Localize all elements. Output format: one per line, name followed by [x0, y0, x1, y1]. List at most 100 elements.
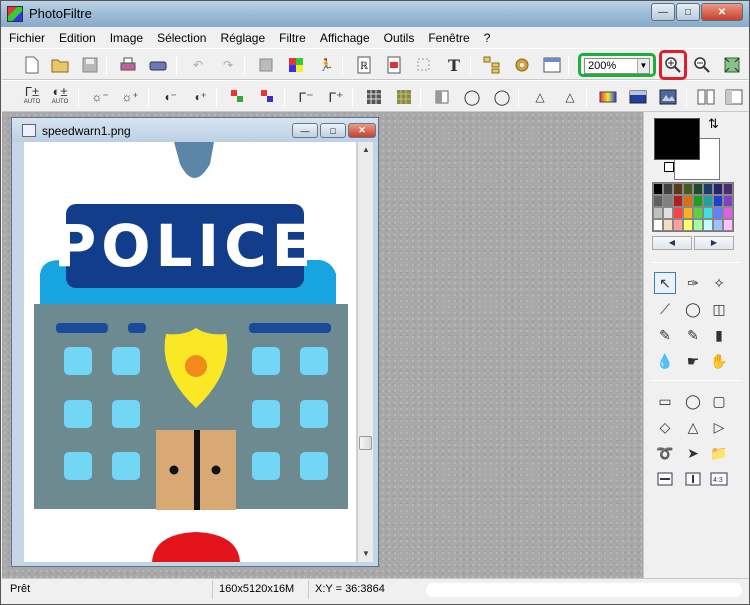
minimize-button[interactable]: —	[651, 3, 675, 21]
texture-map-icon[interactable]	[658, 87, 678, 107]
redo-icon[interactable]: ↷	[218, 55, 238, 75]
aspect-ratio-icon[interactable]: 4:3	[708, 468, 730, 490]
reset-colors-icon[interactable]	[664, 162, 674, 172]
palette-swatch[interactable]	[703, 219, 713, 231]
open-folder-icon[interactable]	[50, 55, 70, 75]
title-bar[interactable]: PhotoFiltre — □ ✕	[1, 1, 749, 27]
smudge-finger-icon[interactable]: ☛	[682, 350, 704, 372]
gamma-minus-icon[interactable]: Γ⁻	[296, 87, 316, 107]
lasso-icon[interactable]: ➰	[654, 442, 676, 464]
image-canvas[interactable]: POLICE	[24, 142, 356, 562]
palette-swatch[interactable]	[703, 195, 713, 207]
script-icon[interactable]: ℝ	[354, 55, 374, 75]
menu-reglage[interactable]: Réglage	[213, 28, 272, 48]
panel-icon[interactable]	[724, 87, 744, 107]
window-layout-icon[interactable]	[542, 55, 562, 75]
gamma-plus-icon[interactable]: Γ⁺	[326, 87, 346, 107]
palette-swatch[interactable]	[703, 183, 713, 195]
text-tool-icon[interactable]: T	[444, 55, 464, 75]
open-selection-folder-icon[interactable]: 📁	[708, 442, 730, 464]
scan-icon[interactable]	[148, 55, 168, 75]
explorer-tree-icon[interactable]	[482, 55, 502, 75]
zoom-out-icon[interactable]	[692, 55, 712, 75]
triangle-filter-icon[interactable]: △	[530, 87, 550, 107]
palette-swatch[interactable]	[713, 195, 723, 207]
palette-swatch[interactable]	[713, 219, 723, 231]
gradient-icon[interactable]	[598, 87, 618, 107]
palette-swatch[interactable]	[693, 183, 703, 195]
rectangle-shape-icon[interactable]: ▭	[654, 390, 676, 412]
contrast-plus-icon[interactable]: ◖⁺	[190, 87, 210, 107]
fit-image-icon[interactable]	[722, 55, 742, 75]
menu-image[interactable]: Image	[103, 28, 150, 48]
right-triangle-shape-icon[interactable]: ▷	[708, 416, 730, 438]
palette-swatch[interactable]	[663, 207, 673, 219]
palette-swatch[interactable]	[713, 183, 723, 195]
palette-swatch[interactable]	[683, 183, 693, 195]
scroll-thumb[interactable]	[359, 436, 372, 450]
palette-swatch[interactable]	[653, 183, 663, 195]
horizontal-align-icon[interactable]	[654, 468, 676, 490]
auto-contrast-icon[interactable]: ◐± AUTO	[50, 85, 70, 107]
sharpen-drop-icon[interactable]: ◯	[492, 87, 512, 107]
palette-prev-button[interactable]: ◀	[652, 236, 692, 250]
blur-drop-icon[interactable]: ◯	[462, 87, 482, 107]
palette-swatch[interactable]	[653, 195, 663, 207]
palette-swatch[interactable]	[723, 195, 733, 207]
palette-swatch[interactable]	[663, 183, 673, 195]
undo-icon[interactable]: ↶	[188, 55, 208, 75]
palette-swatch[interactable]	[683, 207, 693, 219]
close-button[interactable]: ✕	[701, 3, 743, 21]
print-icon[interactable]	[118, 55, 138, 75]
menu-fichier[interactable]: Fichier	[2, 28, 52, 48]
polygon-lasso-icon[interactable]: ➤	[682, 442, 704, 464]
brush-icon[interactable]: ✎	[654, 324, 676, 346]
document-title-bar[interactable]: speedwarn1.png — □ ✕	[12, 118, 378, 142]
menu-affichage[interactable]: Affichage	[313, 28, 377, 48]
palette-swatch[interactable]	[653, 207, 663, 219]
color-grid-icon[interactable]	[286, 55, 306, 75]
gradient-window-icon[interactable]	[628, 87, 648, 107]
blur-drop-tool-icon[interactable]: 💧	[654, 350, 676, 372]
swap-colors-icon[interactable]: ⇅	[708, 116, 719, 132]
triangle-shape-icon[interactable]: △	[682, 416, 704, 438]
palette-swatch[interactable]	[723, 207, 733, 219]
texture-filter-icon[interactable]	[394, 87, 414, 107]
palette-swatch[interactable]	[653, 219, 663, 231]
palette-swatch[interactable]	[673, 183, 683, 195]
brightness-minus-icon[interactable]: ☼⁻	[90, 87, 110, 107]
brightness-plus-icon[interactable]: ☼⁺	[120, 87, 140, 107]
menu-help[interactable]: ?	[477, 28, 498, 48]
line-tool-icon[interactable]: ⟋	[654, 298, 676, 320]
palette-swatch[interactable]	[723, 219, 733, 231]
spray-can-icon[interactable]: ◫	[708, 298, 730, 320]
palette-swatch[interactable]	[673, 207, 683, 219]
saturation-minus-icon[interactable]	[228, 87, 248, 107]
doc-close-button[interactable]: ✕	[348, 123, 376, 138]
emboss-icon[interactable]	[432, 87, 452, 107]
menu-fenetre[interactable]: Fenêtre	[421, 28, 476, 48]
menu-outils[interactable]: Outils	[377, 28, 422, 48]
palette-swatch[interactable]	[693, 207, 703, 219]
document-vertical-scrollbar[interactable]: ▲ ▼	[357, 142, 373, 562]
chevron-down-icon[interactable]: ▼	[637, 59, 649, 73]
rounded-rect-shape-icon[interactable]: ▢	[708, 390, 730, 412]
palette-swatch[interactable]	[713, 207, 723, 219]
auto-levels-icon[interactable]: Γ± AUTO	[22, 85, 42, 107]
palette-next-button[interactable]: ▶	[694, 236, 734, 250]
document-window[interactable]: speedwarn1.png — □ ✕ POLICE ▲ ▼	[11, 117, 379, 567]
advanced-brush-icon[interactable]: ✎	[682, 324, 704, 346]
diamond-shape-icon[interactable]: ◇	[654, 416, 676, 438]
run-automation-icon[interactable]: 🏃	[316, 55, 336, 75]
menu-filtre[interactable]: Filtre	[272, 28, 313, 48]
scroll-down-arrow-icon[interactable]: ▼	[358, 546, 374, 562]
foreground-color-swatch[interactable]	[654, 118, 700, 160]
palette-swatch[interactable]	[693, 195, 703, 207]
mosaic-filter-icon[interactable]	[364, 87, 384, 107]
zoom-level-select[interactable]: 200% ▼	[584, 58, 650, 74]
palette-swatch[interactable]	[723, 183, 733, 195]
scroll-up-arrow-icon[interactable]: ▲	[358, 142, 374, 158]
document-red-icon[interactable]	[384, 55, 404, 75]
hand-pan-icon[interactable]: ✋	[708, 350, 730, 372]
menu-edition[interactable]: Edition	[52, 28, 103, 48]
